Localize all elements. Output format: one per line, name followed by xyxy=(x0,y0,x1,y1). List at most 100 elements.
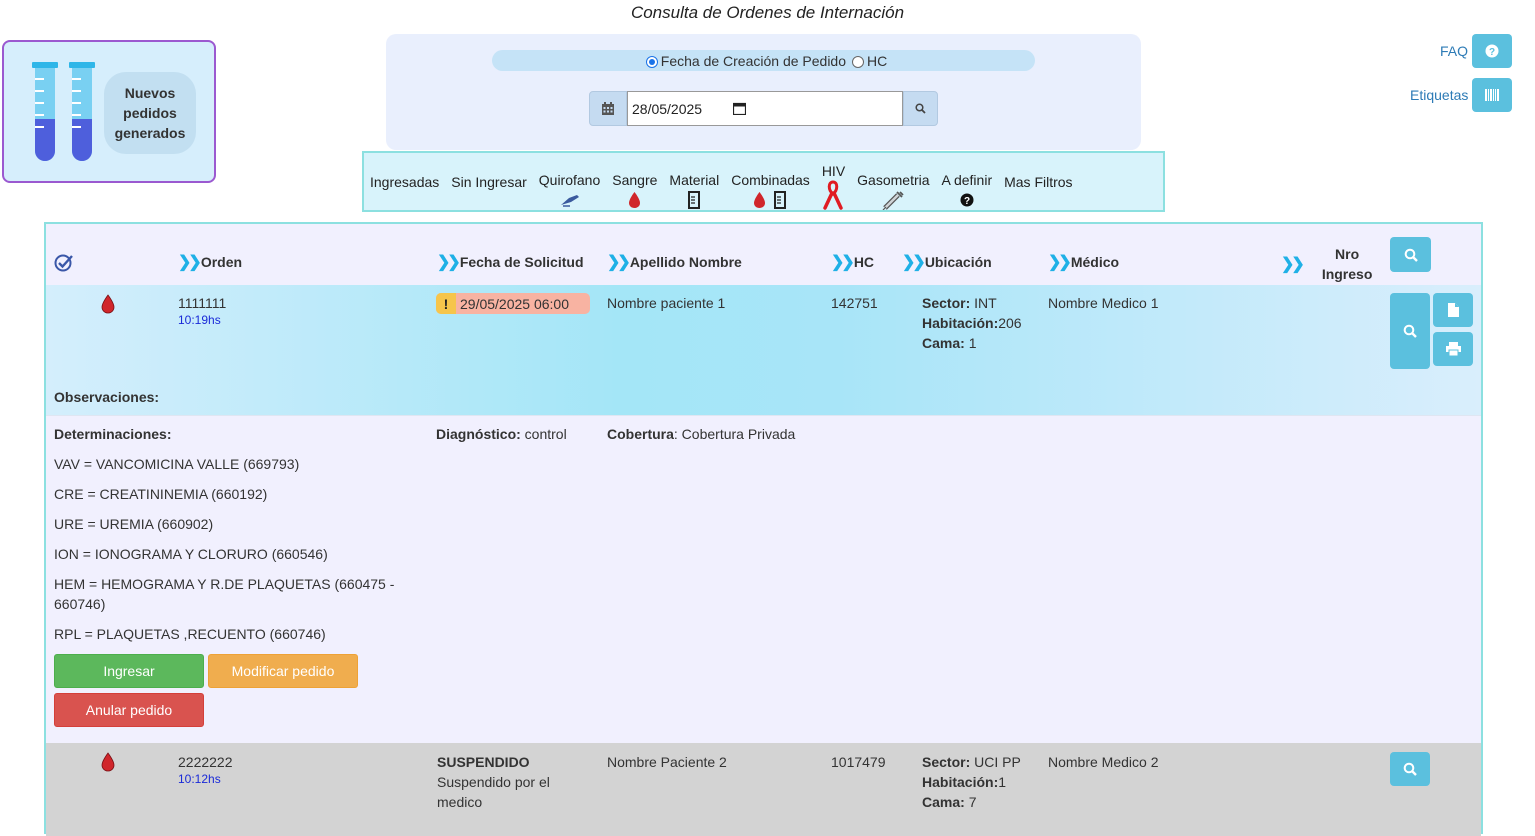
patient-name: Nombre paciente 1 xyxy=(607,295,726,311)
table-row[interactable]: 2222222 10:12hs SUSPENDIDO Suspendido po… xyxy=(46,743,1481,836)
radio-hc[interactable] xyxy=(852,55,864,68)
chevron-right-icon: ❯❯ xyxy=(831,254,855,271)
determinacion-item: RPL = PLAQUETAS ,RECUENTO (660746) xyxy=(54,626,326,642)
patient-hc: 1017479 xyxy=(831,754,886,770)
date-picker-icon[interactable] xyxy=(733,102,746,115)
barcode-icon xyxy=(1485,89,1500,101)
tab-mas-filtros[interactable]: Mas Filtros xyxy=(1004,173,1072,191)
col-orden[interactable]: ❯❯ Orden xyxy=(178,252,242,272)
search-icon xyxy=(1404,248,1418,262)
table-row[interactable]: 1111111 10:19hs ! 29/05/2025 06:00 Nombr… xyxy=(46,285,1481,415)
etiquetas-label: Etiquetas xyxy=(1410,87,1469,103)
tab-ingresadas[interactable]: Ingresadas xyxy=(370,173,439,191)
chevron-right-icon: ❯❯ xyxy=(1048,254,1072,271)
determinacion-item: URE = UREMIA (660902) xyxy=(54,516,214,532)
tab-gasometria[interactable]: Gasometria xyxy=(857,171,930,211)
table-header: ❯❯ Orden ❯❯ Fecha de Solicitud ❯❯ Apellido … xyxy=(46,224,1481,284)
order-number: 1111111 xyxy=(178,295,227,311)
radio-fecha[interactable] xyxy=(645,55,658,68)
col-fecha[interactable]: ❯❯ Fecha de Solicitud xyxy=(437,252,584,272)
svg-text:?: ? xyxy=(964,196,970,207)
location: Sector: INT Habitación:206 Cama: 1 xyxy=(922,295,1022,351)
new-orders-widget[interactable]: Nuevos pedidos generados xyxy=(2,40,216,183)
view-order-button[interactable] xyxy=(1390,752,1430,786)
filter-tabs: Ingresadas Sin Ingresar Quirofano Sangre… xyxy=(362,151,1165,212)
determinacion-item-cont: 660746) xyxy=(54,596,106,612)
patient-hc: 142751 xyxy=(831,295,878,311)
search-icon xyxy=(915,103,926,114)
modificar-pedido-button[interactable]: Modificar pedido xyxy=(208,654,358,688)
determinacion-item: ION = IONOGRAMA Y CLORURO (660546) xyxy=(54,546,328,562)
search-button[interactable] xyxy=(903,91,938,126)
tab-combinadas[interactable]: Combinadas xyxy=(731,171,810,211)
faq-label: FAQ xyxy=(1440,43,1469,59)
col-hc[interactable]: ❯❯ HC xyxy=(831,252,874,272)
order-time: 10:19hs xyxy=(178,313,221,327)
anular-pedido-button[interactable]: Anular pedido xyxy=(54,693,204,727)
faq-button[interactable]: ? xyxy=(1472,34,1513,68)
col-nro-ingreso[interactable]: ❯❯ Nro Ingreso xyxy=(1281,244,1372,284)
doctor-name: Nombre Medico 1 xyxy=(1048,295,1159,311)
search-icon xyxy=(1403,324,1417,338)
col-apellido-nombre[interactable]: ❯❯ Apellido Nombre xyxy=(607,252,742,272)
order-number: 2222222 xyxy=(178,754,233,770)
determinacion-item: HEM = HEMOGRAMA Y R.DE PLAQUETAS (660475… xyxy=(54,576,395,592)
determinacion-item: VAV = VANCOMICINA VALLE (669793) xyxy=(54,456,300,472)
beaker-icon xyxy=(774,190,786,209)
blood-drop-icon xyxy=(101,752,115,772)
warning-icon: ! xyxy=(436,293,456,314)
blood-drop-icon xyxy=(754,191,765,208)
syringe-icon xyxy=(882,190,904,210)
chevron-right-icon: ❯❯ xyxy=(437,254,461,271)
cobertura: Cobertura: Cobertura Privada xyxy=(607,426,796,442)
radio-fecha-label: Fecha de Creación de Pedido xyxy=(660,52,846,69)
tab-hiv[interactable]: HIV xyxy=(822,162,845,210)
etiquetas-button[interactable] xyxy=(1472,78,1513,112)
date-input[interactable]: 28/05/2025 xyxy=(627,91,903,126)
tab-sangre[interactable]: Sangre xyxy=(612,171,657,211)
tab-material[interactable]: Material xyxy=(669,171,719,211)
order-time: 10:12hs xyxy=(178,772,221,786)
search-icon xyxy=(1403,762,1417,776)
calendar-icon[interactable] xyxy=(589,91,627,126)
orders-table: ❯❯ Orden ❯❯ Fecha de Solicitud ❯❯ Apellido … xyxy=(44,222,1483,836)
print-icon xyxy=(1445,342,1461,356)
document-button[interactable] xyxy=(1433,293,1473,327)
header-search-button[interactable] xyxy=(1390,237,1431,272)
blood-drop-icon xyxy=(629,191,641,208)
scalpel-icon xyxy=(560,194,579,207)
ribbon-icon xyxy=(823,179,844,210)
col-ubicacion[interactable]: ❯❯ Ubicación xyxy=(902,252,992,272)
date-warning-badge: ! 29/05/2025 06:00 xyxy=(436,293,590,314)
tab-sin-ingresar[interactable]: Sin Ingresar xyxy=(451,173,526,191)
determinacion-item: CRE = CREATININEMIA (660192) xyxy=(54,486,268,502)
chevron-right-icon: ❯❯ xyxy=(178,254,202,271)
date-value: 28/05/2025 xyxy=(632,100,703,117)
beaker-icon xyxy=(688,190,701,209)
file-icon xyxy=(1448,303,1459,317)
check-all-icon[interactable] xyxy=(54,253,74,273)
date-filter-group: 28/05/2025 xyxy=(589,91,939,126)
tab-quirofano[interactable]: Quirofano xyxy=(539,171,600,211)
diagnostico: Diagnóstico: control xyxy=(436,426,567,442)
blood-drop-icon xyxy=(101,294,115,314)
col-medico[interactable]: ❯❯ Médico xyxy=(1048,252,1119,272)
faq-link[interactable]: FAQ ? xyxy=(1440,34,1513,68)
test-tube-icon xyxy=(69,62,95,164)
radio-hc-label: HC xyxy=(867,52,888,69)
location: Sector: UCI PP Habitación:1 Cama: 7 xyxy=(922,754,1021,810)
ingresar-button[interactable]: Ingresar xyxy=(54,654,204,688)
chevron-right-icon: ❯❯ xyxy=(1281,256,1305,273)
etiquetas-link[interactable]: Etiquetas xyxy=(1410,78,1513,112)
tab-a-definir[interactable]: A definir ? xyxy=(942,171,993,211)
new-orders-label: Nuevos pedidos generados xyxy=(104,72,196,154)
order-status: SUSPENDIDO Suspendido por el medico xyxy=(437,754,550,810)
view-order-button[interactable] xyxy=(1390,293,1430,369)
question-circle-icon: ? xyxy=(960,193,974,207)
observaciones-label: Observaciones: xyxy=(54,389,160,405)
test-tubes-icon xyxy=(32,62,58,164)
svg-text:?: ? xyxy=(1489,47,1495,58)
row-detail: Determinaciones: Diagnóstico: control Co… xyxy=(46,415,1481,741)
print-button[interactable] xyxy=(1433,332,1473,366)
filter-panel: Fecha de Creación de Pedido HC 28/05/202… xyxy=(386,34,1141,150)
